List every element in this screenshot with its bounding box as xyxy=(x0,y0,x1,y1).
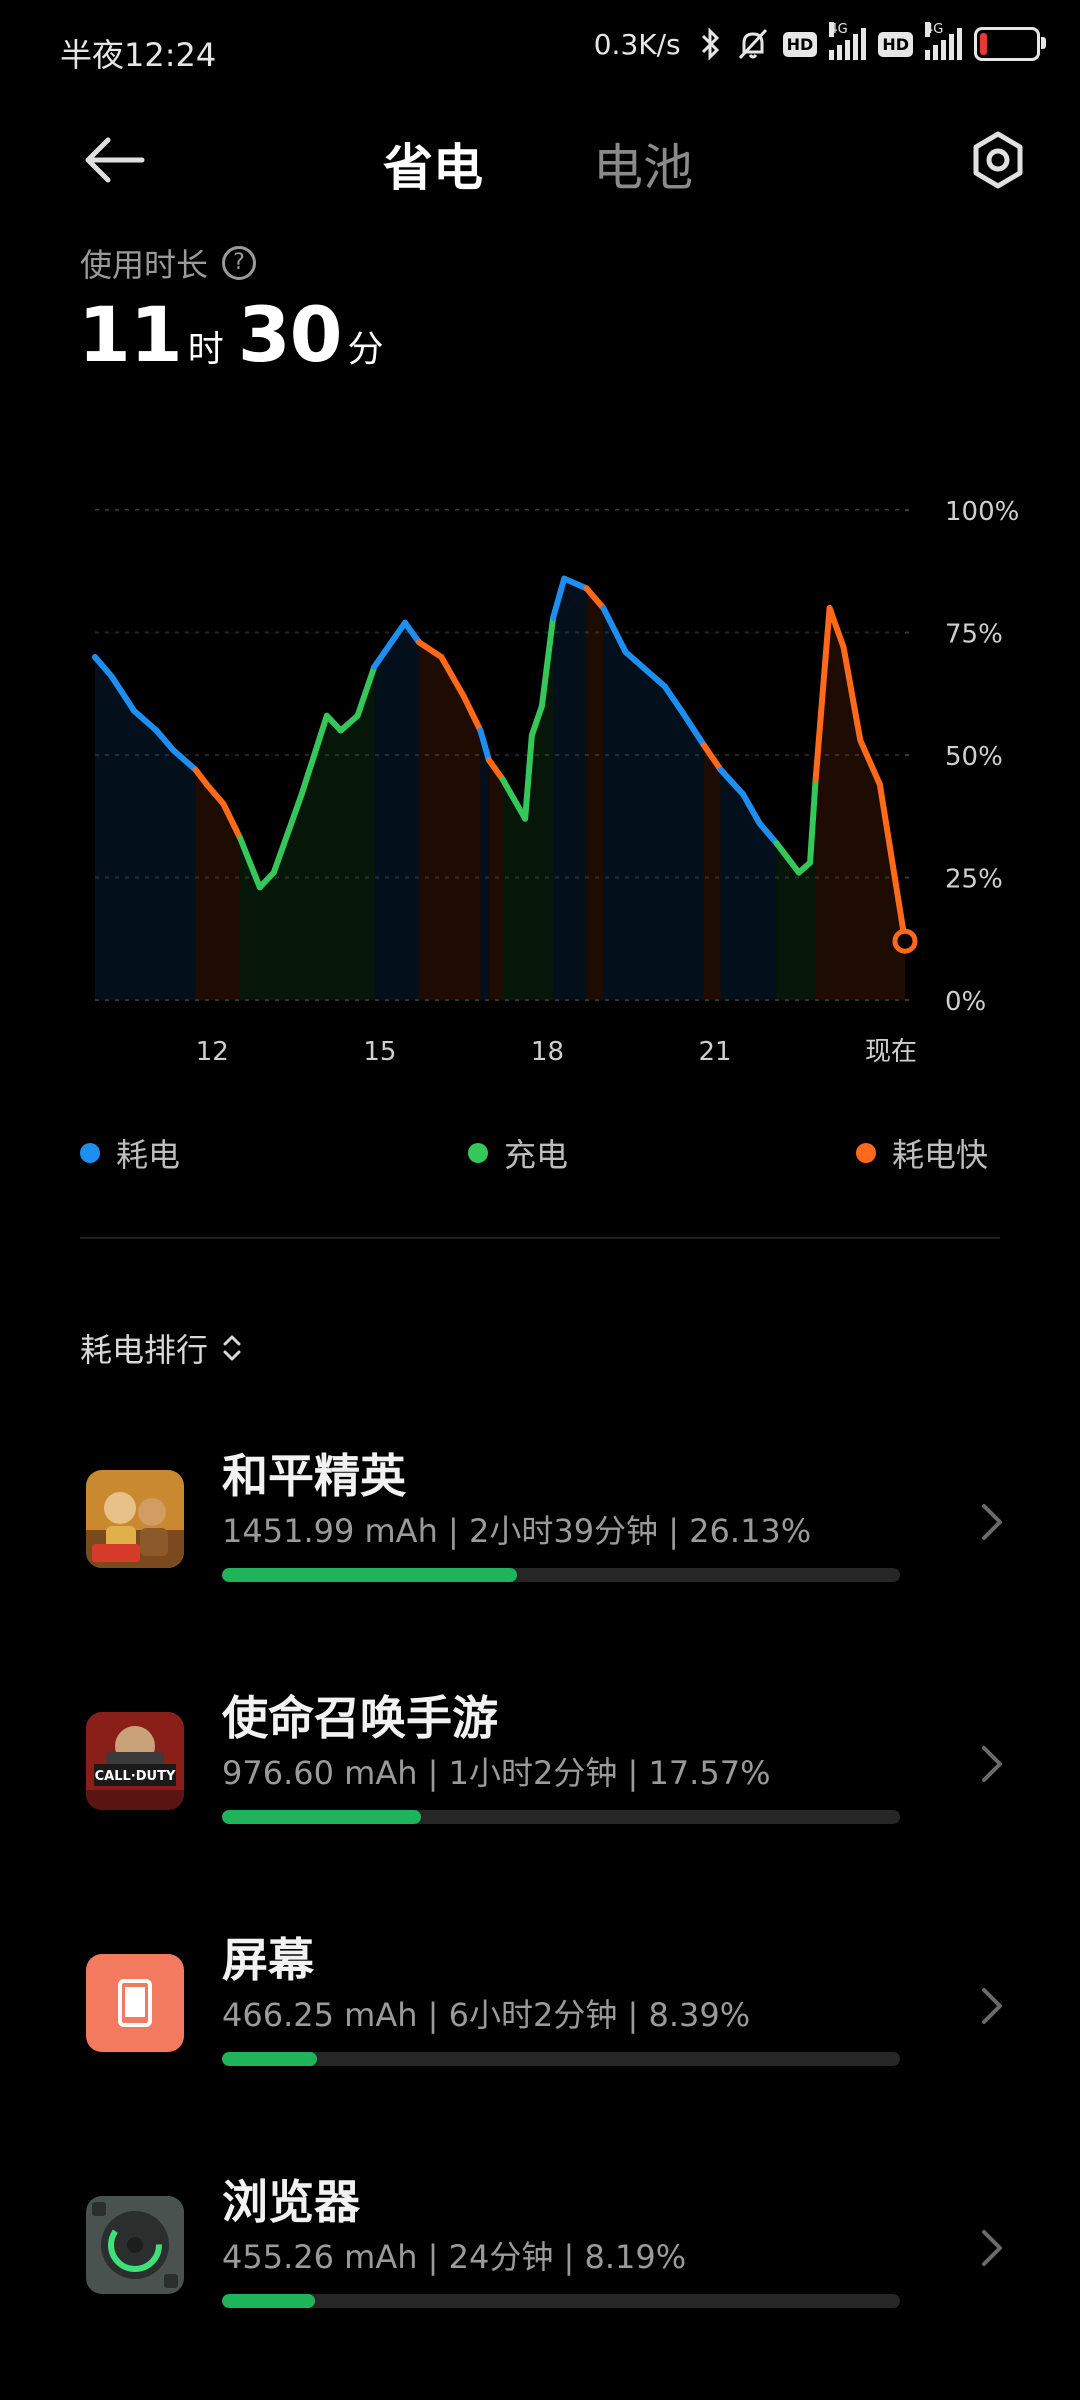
bluetooth-icon xyxy=(701,27,719,61)
x-tick-label: 21 xyxy=(699,1037,732,1067)
x-tick-label: 现在 xyxy=(865,1037,917,1067)
game-cod-icon: CALL·DUTY xyxy=(86,1712,184,1810)
legend-fast-drain-dot xyxy=(856,1143,876,1163)
ranking-title: 耗电排行 xyxy=(80,1331,209,1369)
hd-badge-2: HD xyxy=(878,31,913,57)
screen-icon xyxy=(86,1954,184,2052)
app-name: 使命召唤手游 xyxy=(222,1691,498,1745)
y-tick-label: 25% xyxy=(945,865,1003,895)
usage-hours: 11 xyxy=(78,290,183,379)
list-item-app-4[interactable]: 浏览器 455.26 mAh | 24分钟 | 8.19% xyxy=(0,2166,1080,2366)
usage-duration-value: 11 时 30 分 xyxy=(78,290,398,379)
app-usage-detail: 976.60 mAh | 1小时2分钟 | 17.57% xyxy=(222,1754,771,1792)
status-bar: 半夜12:24 0.3K/s HD 4G HD 4G xyxy=(0,0,1080,100)
chevron-right-icon xyxy=(982,1504,1002,1540)
network-speed: 0.3K/s xyxy=(593,27,681,61)
legend-charge-label: 充电 xyxy=(504,1136,569,1174)
x-tick-label: 18 xyxy=(531,1037,564,1067)
chevron-right-icon xyxy=(982,2230,1002,2266)
mute-bell-icon xyxy=(738,28,767,60)
y-tick-label: 75% xyxy=(945,620,1003,650)
usage-duration-label: 使用时长 ? xyxy=(80,240,257,286)
usage-share-fill xyxy=(222,1810,421,1824)
usage-label-text: 使用时长 xyxy=(80,246,209,284)
x-tick-label: 15 xyxy=(363,1037,396,1067)
legend-drain-dot xyxy=(80,1143,100,1163)
y-tick-label: 100% xyxy=(945,497,1019,527)
chart-markers xyxy=(892,928,918,954)
sort-toggle-icon xyxy=(223,1335,241,1361)
clock: 半夜12:24 xyxy=(60,36,217,74)
current-level-marker xyxy=(892,928,918,954)
legend-charge: 充电 xyxy=(468,1130,568,1176)
area-fade xyxy=(95,510,905,1000)
list-item-app-2[interactable]: CALL·DUTY 使命召唤手游 976.60 mAh | 1小时2分钟 | 1… xyxy=(0,1682,1080,1882)
legend-drain-label: 耗电 xyxy=(116,1136,181,1174)
x-tick-labels: 12 15 18 21 现在 xyxy=(196,1037,917,1067)
y-tick-label: 50% xyxy=(945,742,1003,772)
app-name: 浏览器 xyxy=(222,2175,360,2229)
app-usage-detail: 466.25 mAh | 6小时2分钟 | 8.39% xyxy=(222,1996,751,2034)
game-pubg-icon xyxy=(86,1470,184,1568)
back-arrow-icon[interactable] xyxy=(80,132,150,188)
status-icons: 0.3K/s HD 4G HD 4G xyxy=(593,22,1046,62)
app-usage-detail: 455.26 mAh | 24分钟 | 8.19% xyxy=(222,2238,687,2276)
usage-share-fill xyxy=(222,2294,315,2308)
legend-charge-dot xyxy=(468,1143,488,1163)
signal-2-icon: 4G xyxy=(925,22,962,60)
battery-icon xyxy=(974,27,1046,61)
chevron-right-icon xyxy=(982,1746,1002,1782)
battery-level-chart: 100% 75% 50% 25% 0% 12 15 18 21 现在 xyxy=(92,497,1019,1067)
legend-fast-drain-label: 耗电快 xyxy=(892,1136,989,1174)
app-name: 和平精英 xyxy=(222,1449,406,1503)
tab-battery[interactable]: 电池 xyxy=(593,128,693,200)
usage-share-bar xyxy=(222,1568,900,1582)
usage-share-fill xyxy=(222,2052,317,2066)
chart-area-fill xyxy=(95,510,905,1000)
usage-hours-unit: 时 xyxy=(187,329,224,370)
chevron-right-icon xyxy=(982,1988,1002,2024)
app-usage-detail: 1451.99 mAh | 2小时39分钟 | 26.13% xyxy=(222,1512,812,1550)
section-divider xyxy=(80,1237,1000,1239)
x-tick-label: 12 xyxy=(196,1037,229,1067)
list-item-app-1[interactable]: 和平精英 1451.99 mAh | 2小时39分钟 | 26.13% xyxy=(0,1440,1080,1640)
legend-fast-drain: 耗电快 xyxy=(856,1130,988,1176)
browser-icon xyxy=(86,2196,184,2294)
hd-badge: HD xyxy=(782,31,818,57)
usage-share-bar xyxy=(222,2052,900,2066)
y-tick-labels: 100% 75% 50% 25% 0% xyxy=(945,497,1019,1017)
usage-minutes: 30 xyxy=(237,290,343,379)
usage-minutes-unit: 分 xyxy=(347,329,384,370)
legend-drain: 耗电 xyxy=(80,1130,180,1176)
ranking-sort-toggle[interactable]: 耗电排行 xyxy=(80,1325,244,1371)
list-item-app-3[interactable]: 屏幕 466.25 mAh | 6小时2分钟 | 8.39% xyxy=(0,1924,1080,2124)
tab-power-saving[interactable]: 省电 xyxy=(383,128,483,200)
y-tick-label: 0% xyxy=(945,987,986,1017)
top-bar: 省电 电池 xyxy=(0,110,1080,210)
network-type-2: 4G xyxy=(925,22,944,37)
help-question-icon[interactable]: ? xyxy=(222,246,257,280)
app-name: 屏幕 xyxy=(222,1933,314,1987)
usage-share-fill xyxy=(222,1568,518,1582)
settings-gear-icon[interactable] xyxy=(968,130,1028,190)
chart-legend: 耗电 充电 耗电快 xyxy=(0,1130,1080,1180)
usage-share-bar xyxy=(222,2294,900,2308)
usage-share-bar xyxy=(222,1810,900,1824)
network-type: 4G xyxy=(829,22,848,37)
signal-1-icon: 4G xyxy=(829,22,867,60)
svg-text:CALL·DUTY: CALL·DUTY xyxy=(95,1769,176,1784)
